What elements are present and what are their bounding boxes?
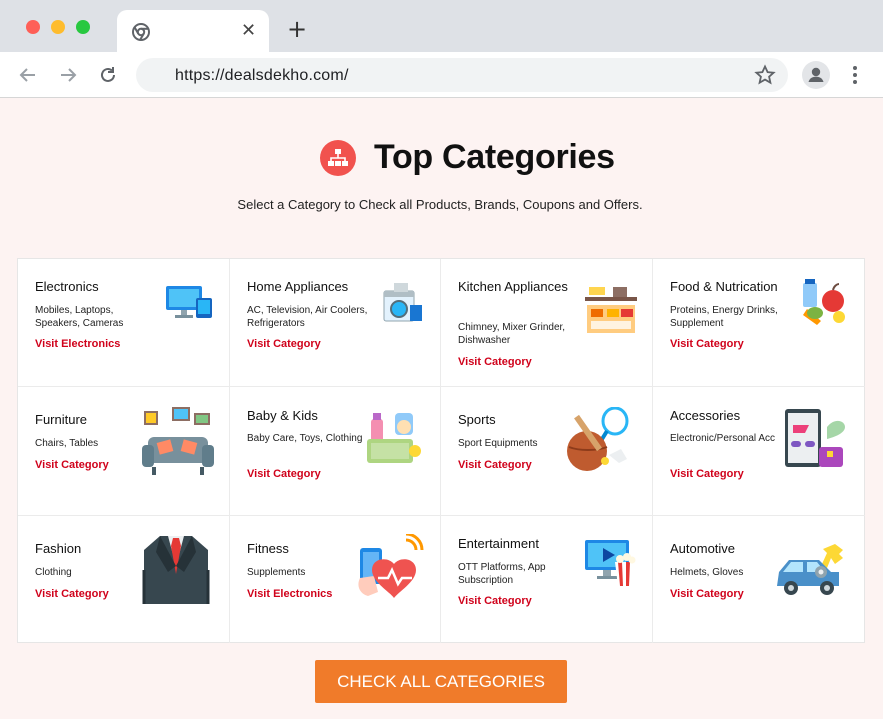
category-link[interactable]: Visit Electronics: [247, 588, 332, 600]
category-card-sports[interactable]: Sports Sport Equipments Visit Category: [441, 387, 653, 516]
category-link[interactable]: Visit Category: [247, 338, 321, 350]
chrome-icon: [132, 23, 150, 41]
browser-tab-bar: ✕ +: [0, 0, 883, 52]
category-description: Proteins, Energy Drinks, Supplement: [670, 305, 778, 329]
category-link[interactable]: Visit Electronics: [35, 338, 120, 350]
category-card-entertainment[interactable]: Entertainment OTT Platforms, App Subscri…: [441, 516, 653, 643]
new-tab-button[interactable]: +: [287, 17, 307, 41]
category-card-home-appliances[interactable]: Home Appliances AC, Television, Air Cool…: [230, 259, 441, 387]
browser-tab[interactable]: ✕: [117, 10, 269, 52]
category-description: Chairs, Tables: [35, 438, 99, 449]
forward-arrow-icon[interactable]: [57, 64, 79, 86]
baby-products-icon: [367, 413, 421, 463]
category-card-furniture[interactable]: Furniture Chairs, Tables Visit Category: [18, 387, 230, 516]
category-link[interactable]: Visit Category: [670, 468, 744, 480]
address-bar[interactable]: https://dealsdekho.com/: [136, 58, 788, 92]
category-name: Electronics: [35, 279, 99, 294]
category-link[interactable]: Visit Category: [247, 468, 321, 480]
category-link[interactable]: Visit Category: [458, 595, 532, 607]
category-link[interactable]: Visit Category: [670, 588, 744, 600]
car-wrench-icon: [777, 544, 843, 595]
fruits-icon: [803, 279, 845, 325]
close-window-button[interactable]: [26, 20, 40, 34]
category-card-accessories[interactable]: Accessories Electronic/Personal Acc Visi…: [653, 387, 865, 516]
category-description: OTT Platforms, App Subscription: [458, 562, 546, 586]
maximize-window-button[interactable]: [76, 20, 90, 34]
category-name: Kitchen Appliances: [458, 279, 568, 294]
tab-close-button[interactable]: ✕: [241, 21, 256, 41]
more-menu-icon[interactable]: [850, 65, 860, 85]
computer-devices-icon: [166, 286, 212, 318]
category-name: Automotive: [670, 541, 736, 556]
category-card-automotive[interactable]: Automotive Helmets, Gloves Visit Categor…: [653, 516, 865, 643]
category-card-food-nutrication[interactable]: Food & Nutrication Proteins, Energy Drin…: [653, 259, 865, 387]
category-card-fitness[interactable]: Fitness Supplements Visit Electronics: [230, 516, 441, 643]
sports-equipment-icon: [567, 407, 629, 471]
browser-toolbar: https://dealsdekho.com/: [0, 52, 883, 98]
profile-avatar-button[interactable]: [802, 61, 830, 89]
category-description: Supplements: [247, 567, 306, 578]
back-arrow-icon[interactable]: [17, 64, 39, 86]
minimize-window-button[interactable]: [51, 20, 65, 34]
kitchen-icon: [585, 287, 637, 333]
category-link[interactable]: Visit Category: [35, 588, 109, 600]
category-description: AC, Television, Air Coolers, Refrigerato…: [247, 305, 368, 329]
category-name: Furniture: [35, 412, 88, 427]
category-name: Fitness: [247, 541, 289, 556]
section-header: Top Categories: [0, 138, 883, 182]
category-description: Clothing: [35, 567, 72, 578]
category-link[interactable]: Visit Category: [458, 459, 532, 471]
page-subtitle: Select a Category to Check all Products,…: [237, 197, 643, 212]
category-name: Food & Nutrication: [670, 279, 778, 294]
category-name: Home Appliances: [247, 279, 349, 294]
category-description: Chimney, Mixer Grinder, Dishwasher: [458, 322, 566, 346]
washing-machine-icon: [383, 283, 422, 322]
bookmark-star-icon[interactable]: [754, 64, 776, 86]
url-text: https://dealsdekho.com/: [175, 67, 349, 84]
monitor-popcorn-icon: [585, 540, 636, 586]
suit-icon: [142, 536, 210, 604]
category-description: Mobiles, Laptops, Speakers, Cameras: [35, 305, 124, 329]
category-description: Sport Equipments: [458, 438, 538, 449]
category-name: Entertainment: [458, 536, 539, 551]
person-icon: [808, 67, 824, 82]
category-card-electronics[interactable]: Electronics Mobiles, Laptops, Speakers, …: [18, 259, 230, 387]
accessories-icon: [785, 409, 845, 467]
category-description: Baby Care, Toys, Clothing: [247, 433, 363, 444]
check-all-categories-button[interactable]: CHECK ALL CATEGORIES: [315, 660, 567, 703]
category-link[interactable]: Visit Category: [458, 356, 532, 368]
fitness-tracker-icon: [358, 534, 424, 598]
category-name: Sports: [458, 412, 496, 427]
page-title: Top Categories: [374, 138, 615, 176]
category-card-baby-kids[interactable]: Baby & Kids Baby Care, Toys, Clothing Vi…: [230, 387, 441, 516]
reload-icon[interactable]: [97, 64, 119, 86]
category-grid: Electronics Mobiles, Laptops, Speakers, …: [17, 258, 865, 643]
category-description: Helmets, Gloves: [670, 567, 744, 578]
category-name: Fashion: [35, 541, 82, 556]
category-name: Accessories: [670, 408, 741, 423]
category-description: Electronic/Personal Acc: [670, 433, 776, 444]
sofa-icon: [142, 407, 214, 475]
category-link[interactable]: Visit Category: [35, 459, 109, 471]
category-link[interactable]: Visit Category: [670, 338, 744, 350]
category-card-fashion[interactable]: Fashion Clothing Visit Category: [18, 516, 230, 643]
category-name: Baby & Kids: [247, 408, 318, 423]
category-card-kitchen-appliances[interactable]: Kitchen Appliances Chimney, Mixer Grinde…: [441, 259, 653, 387]
sitemap-icon: [320, 140, 356, 176]
